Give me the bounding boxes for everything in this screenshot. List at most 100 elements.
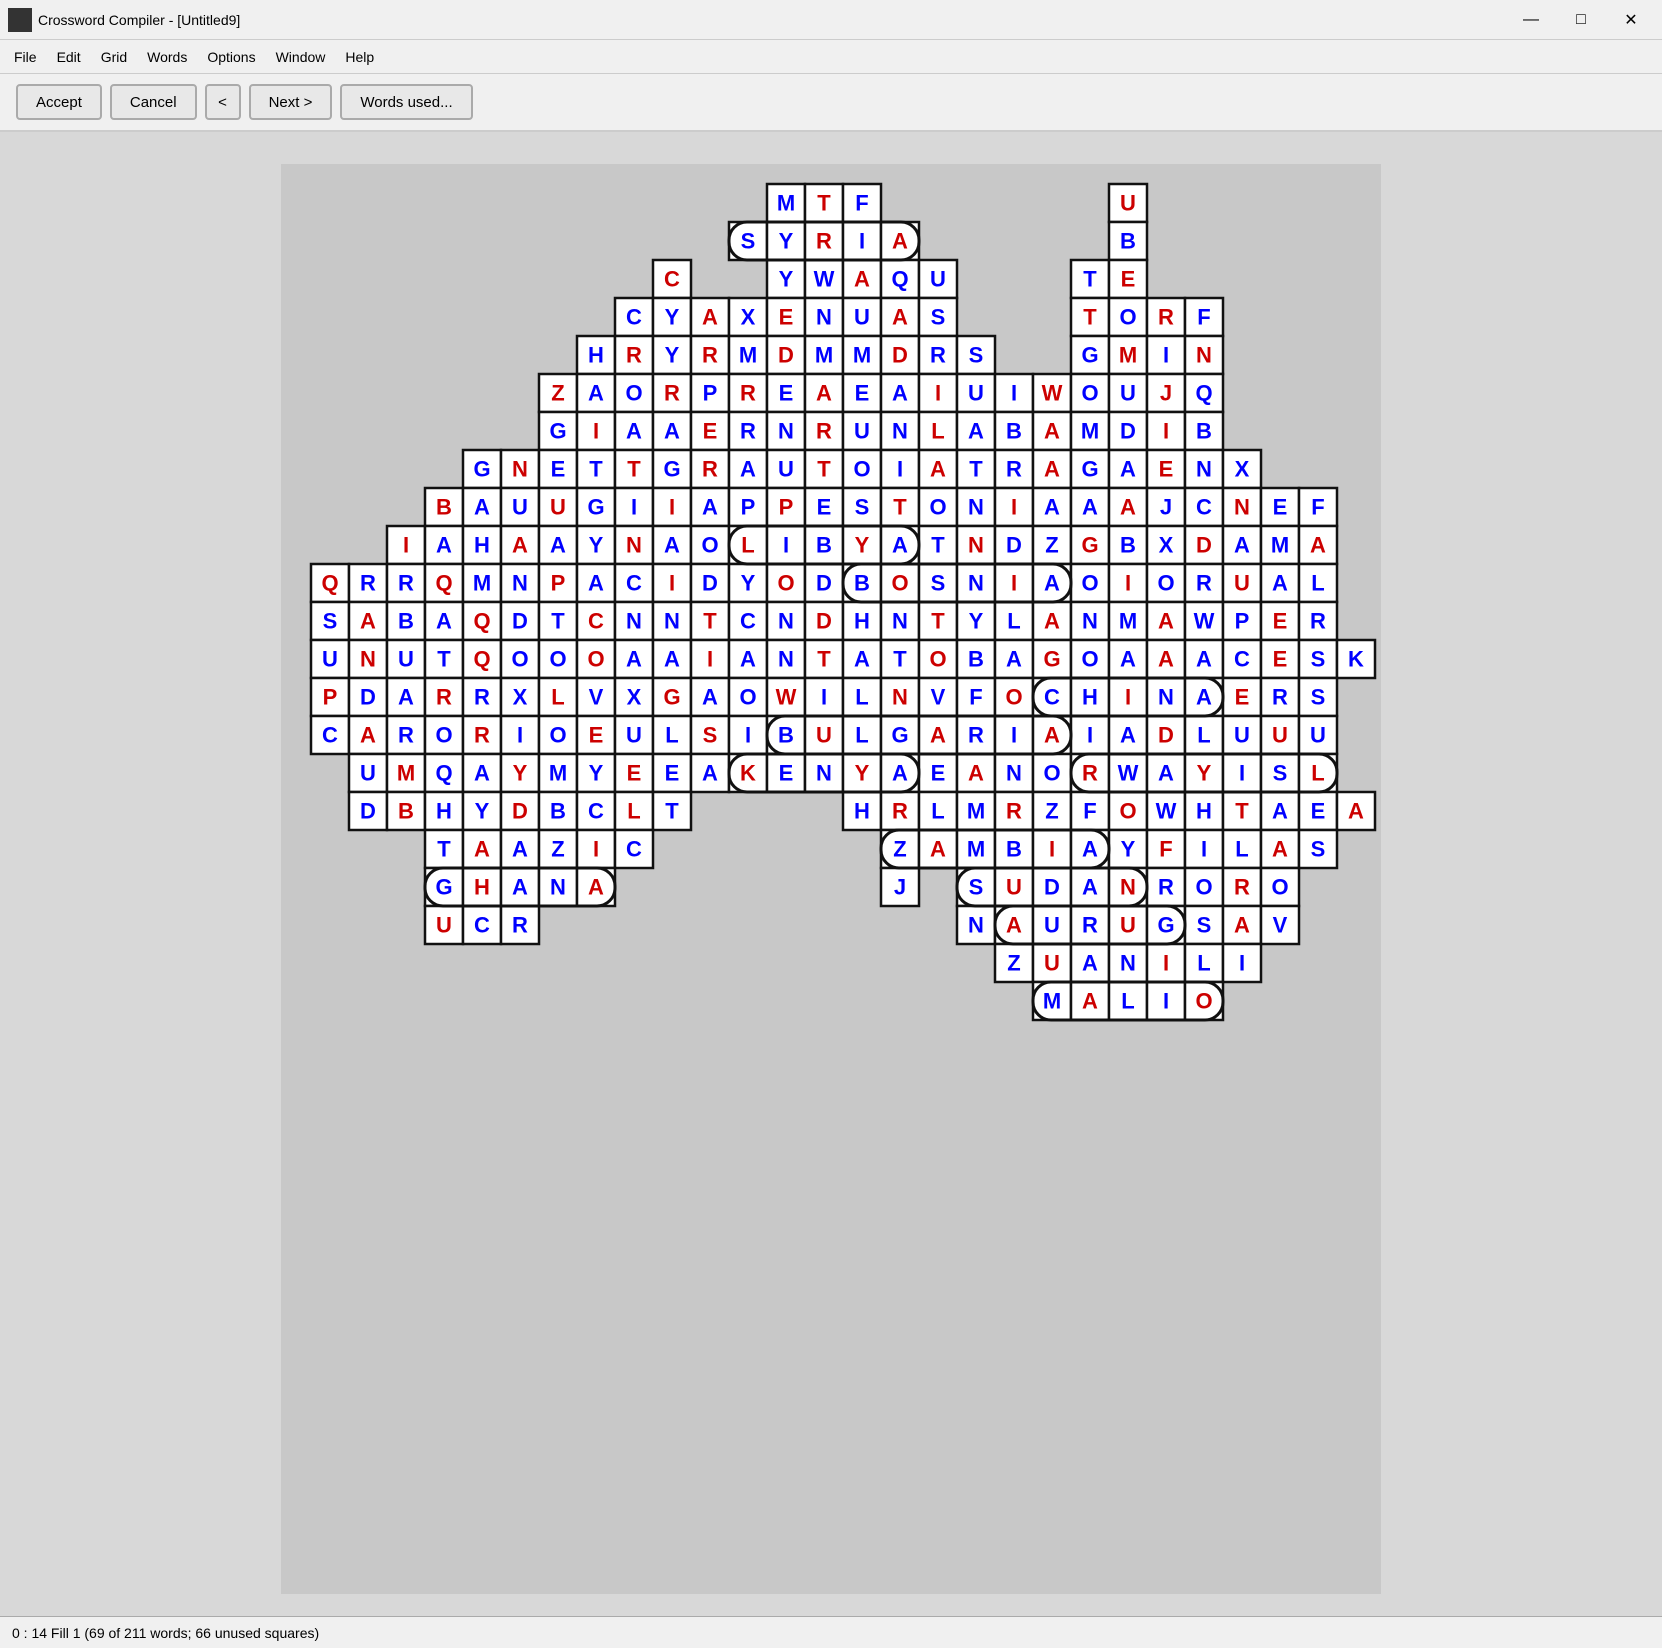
svg-text:A: A [1196,647,1212,672]
svg-text:P: P [323,685,338,710]
menu-help[interactable]: Help [335,45,384,69]
svg-text:Z: Z [893,837,906,862]
svg-text:Y: Y [1197,761,1212,786]
window-controls[interactable]: — □ ✕ [1508,5,1654,35]
svg-text:F: F [855,191,868,216]
svg-text:O: O [891,571,908,596]
svg-text:Q: Q [321,571,338,596]
svg-text:C: C [740,609,756,634]
svg-text:I: I [935,381,941,406]
svg-text:E: E [1273,495,1288,520]
svg-text:T: T [931,533,945,558]
svg-text:I: I [1201,837,1207,862]
svg-text:N: N [968,495,984,520]
svg-text:G: G [1043,647,1060,672]
svg-text:A: A [930,723,946,748]
svg-text:N: N [626,533,642,558]
svg-text:C: C [474,913,490,938]
svg-text:O: O [929,495,946,520]
svg-text:A: A [1234,533,1250,558]
crossword-area: .cell-border { fill: white; stroke: #111… [281,164,1381,1594]
svg-text:Z: Z [1045,799,1058,824]
svg-text:O: O [587,647,604,672]
svg-text:C: C [626,305,642,330]
svg-text:I: I [1087,723,1093,748]
menu-words[interactable]: Words [137,45,197,69]
svg-text:A: A [664,533,680,558]
svg-text:B: B [1006,419,1022,444]
app-icon [8,8,32,32]
accept-button[interactable]: Accept [16,84,102,120]
svg-text:A: A [968,419,984,444]
svg-text:N: N [512,457,528,482]
svg-text:G: G [1157,913,1174,938]
svg-text:A: A [436,533,452,558]
svg-text:X: X [1159,533,1174,558]
svg-text:I: I [517,723,523,748]
svg-text:G: G [1081,343,1098,368]
cancel-button[interactable]: Cancel [110,84,197,120]
status-text: 0 : 14 Fill 1 (69 of 211 words; 66 unuse… [12,1625,319,1641]
svg-text:F: F [1311,495,1324,520]
svg-text:E: E [1235,685,1250,710]
svg-text:D: D [360,799,376,824]
svg-text:U: U [854,419,870,444]
svg-text:U: U [1120,191,1136,216]
menu-options[interactable]: Options [197,45,265,69]
svg-text:T: T [551,609,565,634]
svg-text:R: R [664,381,680,406]
svg-text:R: R [816,229,832,254]
svg-text:A: A [398,685,414,710]
svg-text:W: W [1156,799,1177,824]
svg-text:A: A [588,571,604,596]
svg-text:H: H [854,799,870,824]
svg-text:G: G [549,419,566,444]
svg-text:D: D [892,343,908,368]
svg-text:T: T [931,609,945,634]
menu-edit[interactable]: Edit [47,45,91,69]
svg-text:O: O [1195,875,1212,900]
svg-text:J: J [1160,381,1172,406]
svg-text:O: O [549,647,566,672]
svg-text:R: R [1158,875,1174,900]
svg-text:N: N [968,571,984,596]
svg-text:X: X [513,685,528,710]
svg-text:N: N [1082,609,1098,634]
svg-text:Y: Y [665,343,680,368]
svg-text:L: L [1235,837,1248,862]
minimize-button[interactable]: — [1508,5,1554,35]
svg-text:N: N [892,609,908,634]
svg-text:O: O [1081,647,1098,672]
svg-text:C: C [626,571,642,596]
svg-text:H: H [1196,799,1212,824]
svg-text:T: T [893,495,907,520]
svg-text:V: V [589,685,604,710]
menu-grid[interactable]: Grid [91,45,137,69]
words-used-button[interactable]: Words used... [340,84,472,120]
svg-text:S: S [1311,685,1326,710]
svg-text:E: E [589,723,604,748]
svg-text:N: N [1196,457,1212,482]
close-button[interactable]: ✕ [1608,5,1654,35]
svg-text:Q: Q [435,571,452,596]
svg-text:R: R [816,419,832,444]
svg-text:L: L [1311,761,1324,786]
svg-text:B: B [436,495,452,520]
svg-text:R: R [398,571,414,596]
svg-text:I: I [1163,343,1169,368]
prev-button[interactable]: < [205,84,241,120]
svg-text:L: L [627,799,640,824]
menu-window[interactable]: Window [266,45,336,69]
svg-text:X: X [741,305,756,330]
maximize-button[interactable]: □ [1558,5,1604,35]
svg-text:U: U [1310,723,1326,748]
svg-text:U: U [512,495,528,520]
menu-file[interactable]: File [4,45,47,69]
next-button[interactable]: Next > [249,84,333,120]
svg-text:C: C [322,723,338,748]
svg-text:O: O [853,457,870,482]
svg-text:I: I [593,837,599,862]
svg-text:H: H [436,799,452,824]
svg-text:P: P [703,381,718,406]
svg-text:K: K [1348,647,1364,672]
